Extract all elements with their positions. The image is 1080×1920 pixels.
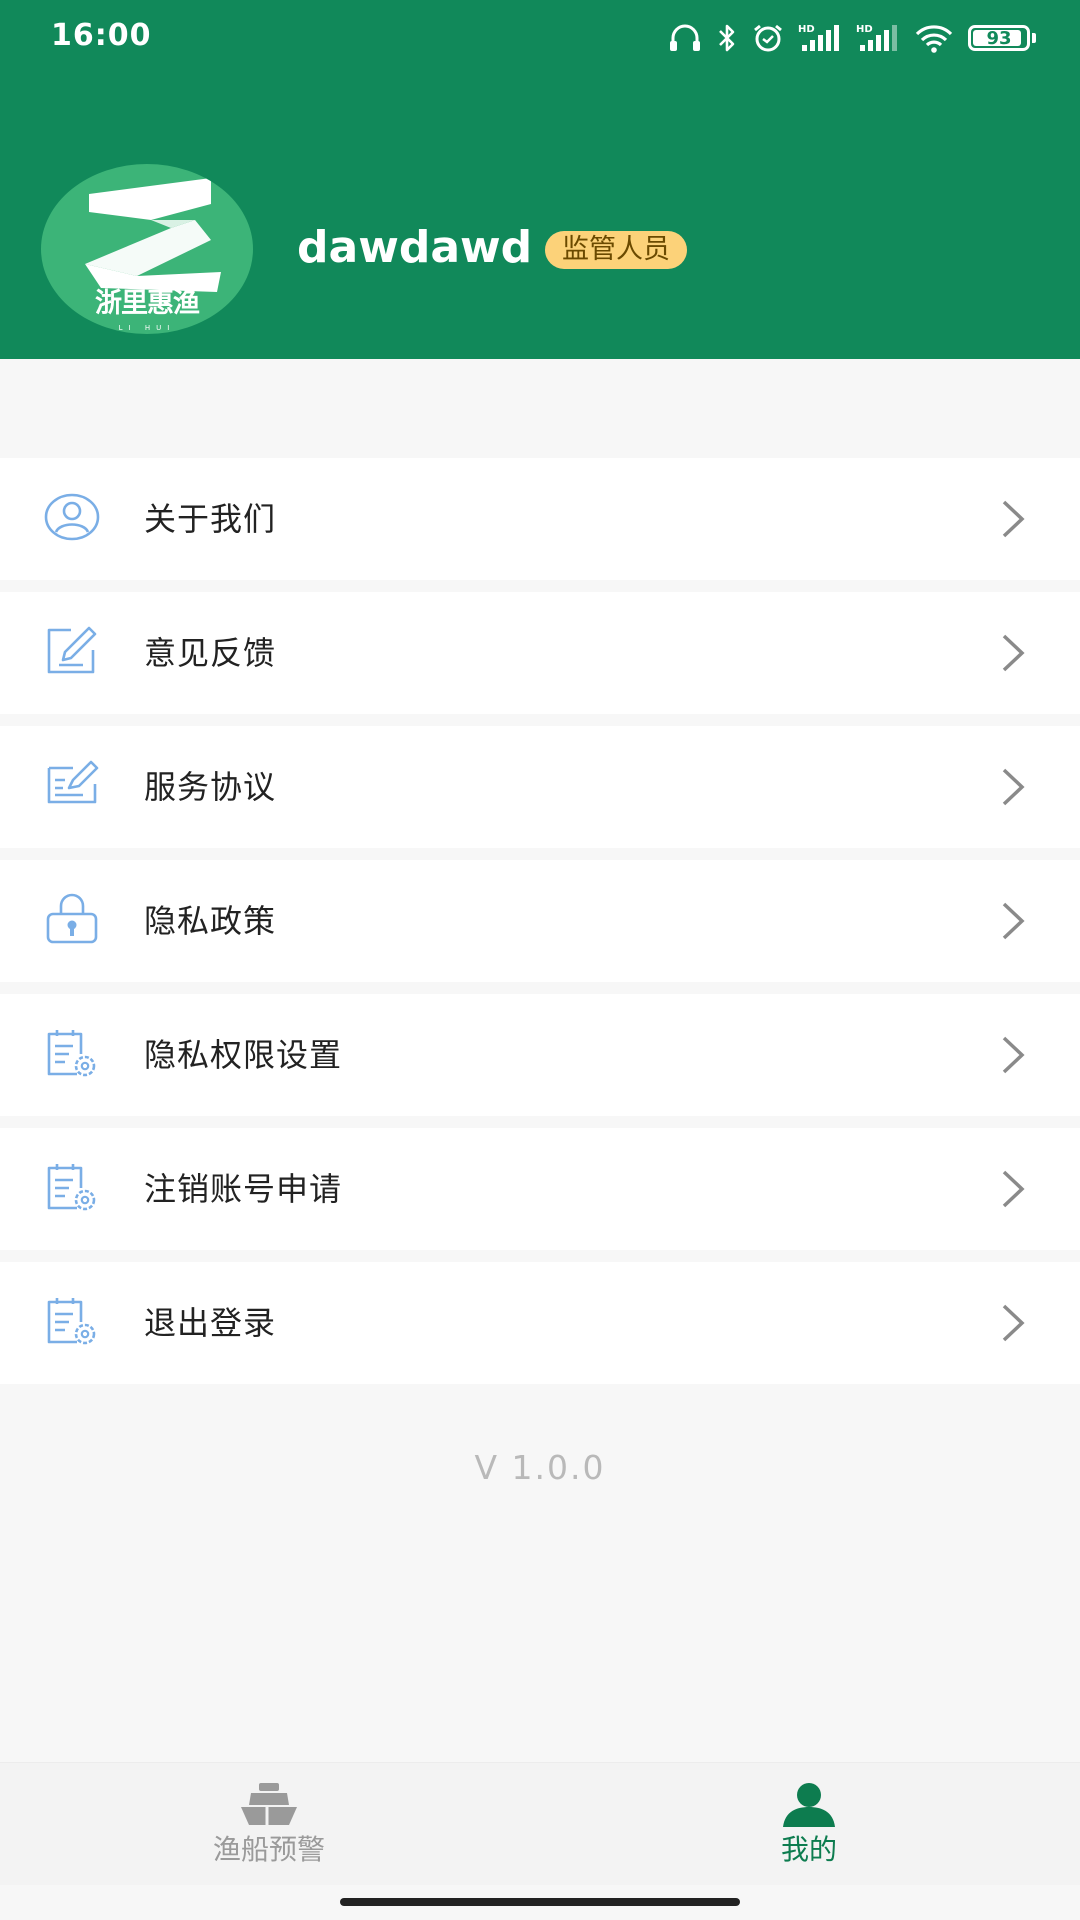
svg-text:HD: HD — [856, 24, 873, 35]
menu-item-label: 意见反馈 — [144, 634, 277, 672]
avatar-logo-subtext: LI HUI — [118, 324, 176, 332]
person-icon — [779, 1781, 839, 1827]
menu-item-label: 关于我们 — [144, 500, 277, 538]
lock-icon — [43, 892, 101, 946]
status-bar: 16:00 HD HD 93 — [0, 0, 1080, 78]
menu-item-service-agreement[interactable]: 服务协议 — [0, 726, 1080, 848]
menu-item-about-us[interactable]: 关于我们 — [0, 458, 1080, 580]
menu-item-label: 注销账号申请 — [144, 1170, 343, 1208]
battery-icon: 93 — [968, 25, 1030, 51]
menu-item-label: 服务协议 — [144, 768, 277, 806]
hd-signal-icon: HD — [856, 23, 900, 53]
tab-mine[interactable]: 我的 — [659, 1763, 959, 1885]
clipboard-settings-icon — [43, 1026, 101, 1080]
user-circle-icon — [43, 490, 101, 544]
menu-item-privacy-permission-settings[interactable]: 隐私权限设置 — [0, 994, 1080, 1116]
chevron-right-icon — [1000, 1168, 1026, 1210]
menu-item-label: 退出登录 — [144, 1304, 277, 1342]
wifi-icon — [914, 23, 954, 53]
bluetooth-icon — [716, 23, 738, 53]
chevron-right-icon — [1000, 632, 1026, 674]
avatar-logo-text: 浙里惠渔 — [95, 288, 200, 319]
battery-level: 93 — [986, 27, 1012, 49]
edit-icon — [43, 624, 101, 678]
tab-vessel-warning[interactable]: 渔船预警 — [119, 1763, 419, 1885]
alarm-icon — [752, 23, 784, 53]
status-icons: HD HD 93 — [668, 16, 1036, 60]
app-version: V 1.0.0 — [474, 1448, 606, 1487]
role-badge: 监管人员 — [545, 231, 687, 269]
headset-icon — [668, 23, 702, 53]
chevron-right-icon — [1000, 900, 1026, 942]
chevron-right-icon — [1000, 1034, 1026, 1076]
menu-item-logout[interactable]: 退出登录 — [0, 1262, 1080, 1384]
contract-sign-icon — [43, 758, 101, 812]
clipboard-settings-icon — [43, 1160, 101, 1214]
bottom-tab-bar: 渔船预警 我的 — [0, 1762, 1080, 1885]
username: dawdawd — [297, 222, 533, 273]
menu-item-privacy-policy[interactable]: 隐私政策 — [0, 860, 1080, 982]
menu-item-cancel-account[interactable]: 注销账号申请 — [0, 1128, 1080, 1250]
profile-header: 16:00 HD HD 93 浙里惠渔 LI HUI dawdawd 监管人员 — [0, 0, 1080, 359]
chevron-right-icon — [1000, 766, 1026, 808]
menu-item-label: 隐私政策 — [144, 902, 277, 940]
avatar[interactable]: 浙里惠渔 LI HUI — [41, 164, 253, 334]
clipboard-settings-icon — [43, 1294, 101, 1348]
menu-item-feedback[interactable]: 意见反馈 — [0, 592, 1080, 714]
status-time: 16:00 — [51, 18, 152, 53]
chevron-right-icon — [1000, 1302, 1026, 1344]
chevron-right-icon — [1000, 498, 1026, 540]
svg-text:HD: HD — [798, 24, 815, 35]
tab-label: 我的 — [780, 1833, 837, 1866]
menu-item-label: 隐私权限设置 — [144, 1036, 343, 1074]
tab-label: 渔船预警 — [212, 1833, 325, 1866]
ship-icon — [239, 1781, 299, 1827]
home-indicator[interactable] — [340, 1898, 740, 1906]
settings-menu: 关于我们 意见反馈 服务协议 隐私政策 隐私权限设置 注销账号申请 退出登录 — [0, 458, 1080, 1384]
hd-signal-icon: HD — [798, 23, 842, 53]
